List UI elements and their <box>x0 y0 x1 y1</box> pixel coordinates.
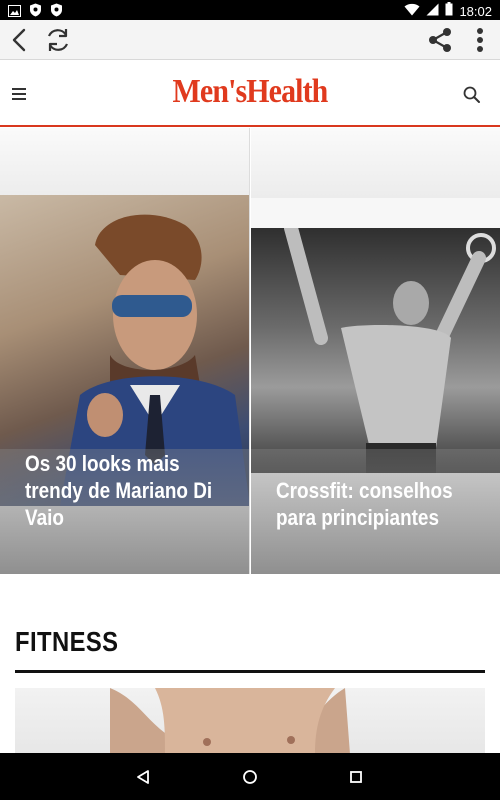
mens-health-logo[interactable]: Men'sHealth <box>30 73 470 111</box>
image-notification-icon <box>8 4 21 22</box>
back-icon <box>12 28 26 52</box>
torso-photo <box>110 688 350 754</box>
search-button[interactable] <box>462 85 482 105</box>
fitness-article-photo[interactable] <box>15 688 485 754</box>
overflow-menu-button[interactable] <box>464 24 496 56</box>
section-title-fitness[interactable]: FITNESS <box>15 626 118 658</box>
overflow-menu-icon <box>477 28 483 52</box>
search-icon <box>463 86 480 103</box>
back-triangle-icon <box>137 770 149 784</box>
share-button[interactable] <box>424 24 456 56</box>
status-indicators: 18:02 <box>404 2 492 21</box>
nav-recents-button[interactable] <box>343 764 369 790</box>
status-bar: 18:02 <box>0 0 500 20</box>
system-navigation-bar <box>0 753 500 800</box>
menu-line <box>12 98 26 100</box>
back-button[interactable] <box>4 24 36 56</box>
article-card-crossfit[interactable]: Crossfit: conselhos para principiantes <box>251 128 500 574</box>
home-circle-icon <box>243 770 257 784</box>
status-time: 18:02 <box>459 3 492 19</box>
browser-toolbar <box>0 20 500 60</box>
article-photo <box>251 228 500 473</box>
refresh-button[interactable] <box>42 24 74 56</box>
nav-back-button[interactable] <box>130 764 156 790</box>
battery-icon <box>445 2 453 21</box>
share-icon <box>429 28 451 52</box>
article-title[interactable]: Os 30 looks mais trendy de Mariano Di Va… <box>25 450 240 531</box>
card-top-fade <box>0 128 249 198</box>
refresh-icon <box>47 29 69 51</box>
section-divider <box>15 670 485 673</box>
article-title[interactable]: Crossfit: conselhos para principiantes <box>276 477 491 531</box>
menu-line <box>12 88 26 90</box>
recents-square-icon <box>350 771 362 783</box>
nav-home-button[interactable] <box>237 764 263 790</box>
signal-icon <box>426 3 439 21</box>
athlete-on-rings-photo <box>284 228 496 473</box>
article-card-mariano[interactable]: Os 30 looks mais trendy de Mariano Di Va… <box>0 128 250 574</box>
site-header: Men'sHealth <box>0 61 500 127</box>
card-top-fade <box>251 128 500 198</box>
wifi-icon <box>404 3 420 21</box>
article-cards: Os 30 looks mais trendy de Mariano Di Va… <box>0 128 500 574</box>
menu-line <box>12 93 26 95</box>
